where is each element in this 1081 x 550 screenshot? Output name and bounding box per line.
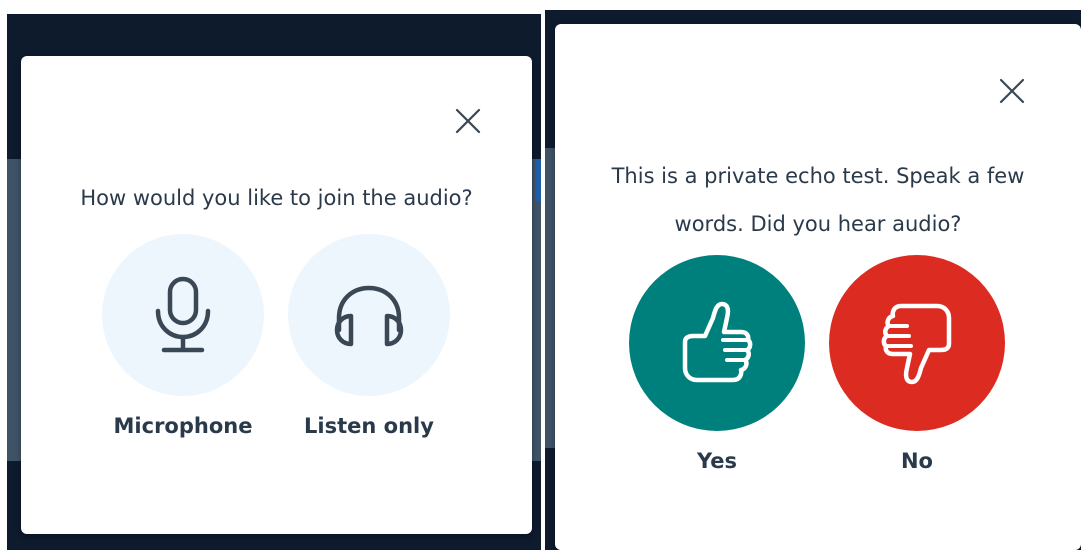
- microphone-option[interactable]: Microphone: [93, 234, 273, 438]
- echo-test-prompt-line1: This is a private echo test. Speak a few: [611, 164, 1025, 188]
- join-audio-modal: How would you like to join the audio? Mi…: [21, 56, 532, 534]
- close-icon: [999, 78, 1025, 104]
- yes-option[interactable]: Yes: [627, 255, 807, 473]
- thumbs-up-icon: [682, 301, 753, 383]
- no-button[interactable]: [829, 255, 1005, 431]
- microphone-button[interactable]: [102, 234, 264, 396]
- headphones-icon: [334, 285, 404, 347]
- microphone-label: Microphone: [113, 414, 253, 438]
- thumbs-down-icon: [881, 303, 952, 385]
- yes-label: Yes: [696, 449, 738, 473]
- echo-test-modal: This is a private echo test. Speak a few…: [555, 24, 1081, 550]
- microphone-icon: [155, 276, 211, 353]
- close-button[interactable]: [453, 106, 483, 136]
- no-label: No: [900, 449, 933, 473]
- echo-test-prompt-line2: words. Did you hear audio?: [674, 212, 962, 236]
- echo-test-prompt: This is a private echo test. Speak a few…: [555, 152, 1081, 248]
- listen-only-option[interactable]: Listen only: [279, 234, 459, 438]
- close-icon: [455, 108, 481, 134]
- join-audio-prompt: How would you like to join the audio?: [80, 186, 473, 210]
- no-option[interactable]: No: [827, 255, 1007, 473]
- close-button[interactable]: [997, 76, 1027, 106]
- app-accent-bar: [535, 159, 541, 201]
- yes-button[interactable]: [629, 255, 805, 431]
- listen-only-label: Listen only: [304, 414, 434, 438]
- listen-only-button[interactable]: [288, 234, 450, 396]
